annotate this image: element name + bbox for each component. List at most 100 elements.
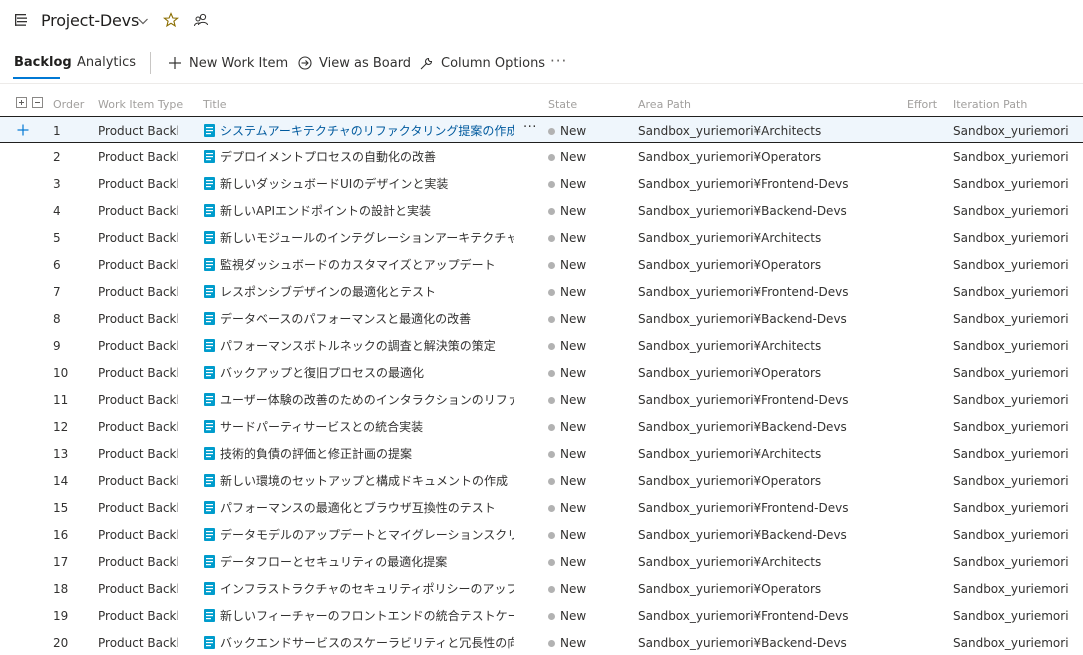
table-row[interactable]: 6 Product Backl... 監視ダッシュボードのカスタマイズとアップデート… — [0, 251, 1083, 278]
row-title-cell[interactable]: インフラストラクチャのセキュリティポリシーのアップデート — [204, 580, 514, 597]
row-state: New — [548, 582, 586, 596]
row-title-cell[interactable]: データモデルのアップデートとマイグレーションスクリプトの作成 — [204, 526, 514, 543]
row-title-cell[interactable]: データベースのパフォーマンスと最適化の改善 — [204, 310, 514, 327]
row-more-actions-button[interactable]: ··· — [523, 120, 537, 135]
row-title-link[interactable]: パフォーマンスボトルネックの調査と解決策の策定 — [220, 337, 496, 354]
table-row[interactable]: 20 Product Backl... バックエンドサービスのスケーラビリティと冗長… — [0, 629, 1083, 655]
row-area-path: Sandbox_yuriemori¥Architects — [638, 339, 822, 353]
row-state: New — [548, 393, 586, 407]
chevron-down-icon[interactable] — [137, 15, 149, 27]
row-area-path: Sandbox_yuriemori¥Operators — [638, 582, 822, 596]
column-header-state[interactable]: State — [548, 98, 577, 111]
table-row[interactable]: 3 Product Backl... 新しいダッシュボードUIのデザインと実装 New… — [0, 170, 1083, 197]
table-row[interactable]: 19 Product Backl... 新しいフィーチャーのフロントエンドの統合テス… — [0, 602, 1083, 629]
row-state: New — [548, 636, 586, 650]
row-title-link[interactable]: 監視ダッシュボードのカスタマイズとアップデート — [220, 256, 496, 273]
row-title-cell[interactable]: 新しいAPIエンドポイントの設計と実装 — [204, 202, 514, 219]
expand-all-icon[interactable] — [16, 97, 27, 108]
row-title-link[interactable]: ユーザー体験の改善のためのインタラクションのリファクタリング — [220, 391, 514, 408]
row-title-link[interactable]: 新しいモジュールのインテグレーションアーキテクチャの設計 — [220, 229, 514, 246]
row-state-label: New — [560, 124, 587, 138]
table-row[interactable]: 18 Product Backl... インフラストラクチャのセキュリティポリシーの… — [0, 575, 1083, 602]
row-state: New — [548, 366, 586, 380]
row-title-cell[interactable]: ユーザー体験の改善のためのインタラクションのリファクタリング — [204, 391, 514, 408]
product-backlog-item-icon — [204, 258, 215, 271]
new-work-item-button[interactable]: New Work Item — [168, 52, 288, 74]
row-order: 1 — [53, 124, 61, 138]
add-child-icon[interactable] — [17, 124, 29, 136]
row-title-cell[interactable]: 新しい環境のセットアップと構成ドキュメントの作成 — [204, 472, 514, 489]
table-row[interactable]: 7 Product Backl... レスポンシブデザインの最適化とテスト New Sa… — [0, 278, 1083, 305]
row-title-cell[interactable]: バックエンドサービスのスケーラビリティと冗長性の向上策の提案 — [204, 634, 514, 651]
row-title-cell[interactable]: パフォーマンスボトルネックの調査と解決策の策定 — [204, 337, 514, 354]
row-title-link[interactable]: 技術的負債の評価と修正計画の提案 — [220, 445, 412, 462]
row-title-cell[interactable]: 監視ダッシュボードのカスタマイズとアップデート — [204, 256, 514, 273]
row-title-cell[interactable]: デプロイメントプロセスの自動化の改善 — [204, 148, 514, 165]
table-row[interactable]: 16 Product Backl... データモデルのアップデートとマイグレーション… — [0, 521, 1083, 548]
table-row[interactable]: 1 Product Backl... システムアーキテクチャのリファクタリング提案の… — [0, 116, 1083, 143]
collapse-all-icon[interactable] — [32, 97, 43, 108]
state-dot-icon — [548, 234, 555, 242]
table-row[interactable]: 14 Product Backl... 新しい環境のセットアップと構成ドキュメントの… — [0, 467, 1083, 494]
row-title-cell[interactable]: 技術的負債の評価と修正計画の提案 — [204, 445, 514, 462]
row-title-cell[interactable]: レスポンシブデザインの最適化とテスト — [204, 283, 514, 300]
row-title-cell[interactable]: 新しいダッシュボードUIのデザインと実装 — [204, 175, 514, 192]
tab-analytics[interactable]: Analytics — [77, 55, 136, 70]
table-row[interactable]: 11 Product Backl... ユーザー体験の改善のためのインタラクションの… — [0, 386, 1083, 413]
table-row[interactable]: 9 Product Backl... パフォーマンスボトルネックの調査と解決策の策定… — [0, 332, 1083, 359]
row-area-path: Sandbox_yuriemori¥Operators — [638, 150, 822, 164]
row-iteration-path: Sandbox_yuriemori — [953, 609, 1069, 623]
tab-backlog[interactable]: Backlog — [14, 55, 72, 70]
row-title-link[interactable]: 新しいAPIエンドポイントの設計と実装 — [220, 202, 431, 219]
column-header-iteration[interactable]: Iteration Path — [953, 98, 1027, 111]
row-title-link[interactable]: 新しいダッシュボードUIのデザインと実装 — [220, 175, 448, 192]
row-title-cell[interactable]: 新しいモジュールのインテグレーションアーキテクチャの設計 — [204, 229, 514, 246]
row-title-cell[interactable]: 新しいフィーチャーのフロントエンドの統合テストケースの作成 — [204, 607, 514, 624]
row-title-link[interactable]: デプロイメントプロセスの自動化の改善 — [220, 148, 436, 165]
table-row[interactable]: 2 Product Backl... デプロイメントプロセスの自動化の改善 New Sa… — [0, 143, 1083, 170]
column-header-type[interactable]: Work Item Type — [98, 98, 183, 111]
row-order: 3 — [53, 177, 61, 191]
row-order: 5 — [53, 231, 61, 245]
table-row[interactable]: 12 Product Backl... サードパーティサービスとの統合実装 New Sa… — [0, 413, 1083, 440]
column-header-effort[interactable]: Effort — [907, 98, 937, 111]
row-iteration-path: Sandbox_yuriemori — [953, 393, 1069, 407]
row-title-cell[interactable]: データフローとセキュリティの最適化提案 — [204, 553, 514, 570]
row-title-link[interactable]: バックアップと復旧プロセスの最適化 — [220, 364, 424, 381]
row-state-label: New — [560, 528, 587, 542]
state-dot-icon — [548, 585, 555, 593]
row-title-link[interactable]: データフローとセキュリティの最適化提案 — [220, 553, 447, 570]
column-options-button[interactable]: Column Options — [419, 52, 545, 74]
more-actions-button[interactable]: ··· — [550, 50, 567, 72]
column-header-order[interactable]: Order — [53, 98, 84, 111]
row-title-link[interactable]: システムアーキテクチャのリファクタリング提案の作成 — [220, 122, 514, 139]
row-title-link[interactable]: パフォーマンスの最適化とブラウザ互換性のテスト — [220, 499, 496, 516]
table-row[interactable]: 10 Product Backl... バックアップと復旧プロセスの最適化 New Sa… — [0, 359, 1083, 386]
row-title-link[interactable]: 新しいフィーチャーのフロントエンドの統合テストケースの作成 — [220, 607, 514, 624]
column-header-area[interactable]: Area Path — [638, 98, 691, 111]
row-title-link[interactable]: レスポンシブデザインの最適化とテスト — [220, 283, 436, 300]
table-row[interactable]: 4 Product Backl... 新しいAPIエンドポイントの設計と実装 New S… — [0, 197, 1083, 224]
row-title-link[interactable]: インフラストラクチャのセキュリティポリシーのアップデート — [220, 580, 514, 597]
table-row[interactable]: 8 Product Backl... データベースのパフォーマンスと最適化の改善 Ne… — [0, 305, 1083, 332]
favorite-star-icon[interactable] — [163, 12, 179, 28]
row-title-link[interactable]: データモデルのアップデートとマイグレーションスクリプトの作成 — [220, 526, 514, 543]
table-row[interactable]: 17 Product Backl... データフローとセキュリティの最適化提案 New… — [0, 548, 1083, 575]
row-title-link[interactable]: 新しい環境のセットアップと構成ドキュメントの作成 — [220, 472, 508, 489]
project-title[interactable]: Project-Devs — [41, 11, 139, 30]
row-title-cell[interactable]: バックアップと復旧プロセスの最適化 — [204, 364, 514, 381]
table-row[interactable]: 15 Product Backl... パフォーマンスの最適化とブラウザ互換性のテス… — [0, 494, 1083, 521]
column-header-title[interactable]: Title — [203, 98, 227, 111]
row-title-link[interactable]: サードパーティサービスとの統合実装 — [220, 418, 423, 435]
row-area-path: Sandbox_yuriemori¥Frontend-Devs — [638, 285, 849, 299]
row-title-link[interactable]: データベースのパフォーマンスと最適化の改善 — [220, 310, 471, 327]
row-title-cell[interactable]: システムアーキテクチャのリファクタリング提案の作成 — [204, 122, 514, 139]
view-as-board-button[interactable]: View as Board — [298, 52, 411, 74]
row-title-link[interactable]: バックエンドサービスのスケーラビリティと冗長性の向上策の提案 — [220, 634, 514, 651]
table-row[interactable]: 13 Product Backl... 技術的負債の評価と修正計画の提案 New San… — [0, 440, 1083, 467]
row-title-cell[interactable]: サードパーティサービスとの統合実装 — [204, 418, 514, 435]
row-title-cell[interactable]: パフォーマンスの最適化とブラウザ互換性のテスト — [204, 499, 514, 516]
new-work-item-label: New Work Item — [189, 55, 289, 71]
table-row[interactable]: 5 Product Backl... 新しいモジュールのインテグレーションアーキテク… — [0, 224, 1083, 251]
team-members-icon[interactable] — [193, 12, 209, 28]
